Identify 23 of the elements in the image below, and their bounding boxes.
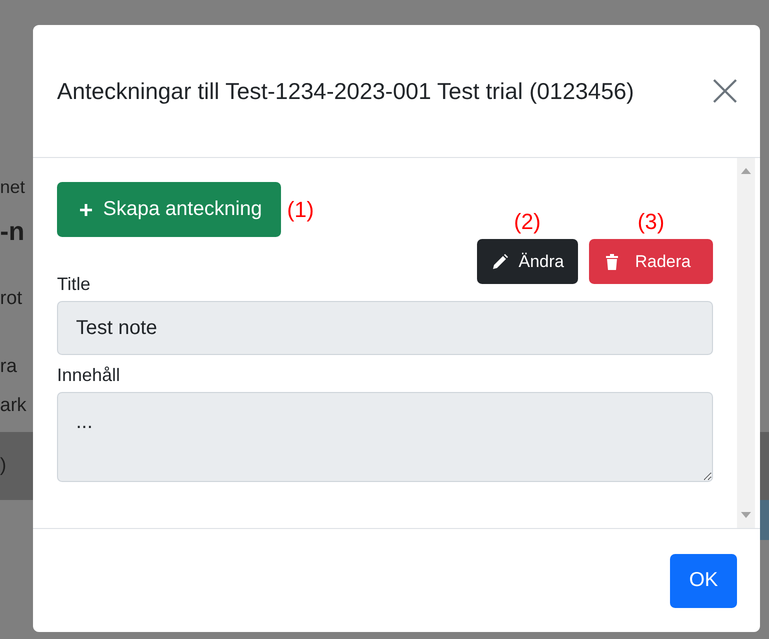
field-label: Innehåll xyxy=(57,365,122,386)
edit-button[interactable]: Ändra xyxy=(476,239,578,284)
background-text: ) xyxy=(0,456,6,475)
dialog-title: Anteckningar till Test-1234-2023-001 Test trial (0123456) xyxy=(57,77,636,106)
background-text: ra xyxy=(0,357,17,376)
annotation-label: (3) xyxy=(638,209,664,235)
annotation-label: (2) xyxy=(514,209,541,235)
scroll-down-icon[interactable] xyxy=(741,512,751,518)
create-note-button[interactable]: Skapa anteckning xyxy=(57,182,282,237)
background-text: ark xyxy=(0,396,26,415)
background-text: -n xyxy=(0,218,25,244)
annotation-label: (1) xyxy=(287,196,314,222)
scroll-up-icon[interactable] xyxy=(741,168,751,174)
plus-icon xyxy=(79,202,93,216)
close-icon xyxy=(712,78,738,104)
ok-button[interactable]: OK xyxy=(670,554,737,608)
scrollbar[interactable] xyxy=(737,158,755,528)
background-text: rot xyxy=(0,289,22,308)
trash-icon xyxy=(605,252,619,270)
delete-button[interactable]: Radera xyxy=(589,239,713,284)
field-label: Title xyxy=(57,274,92,295)
pencil-icon xyxy=(490,252,509,270)
background-text: net xyxy=(0,178,26,196)
